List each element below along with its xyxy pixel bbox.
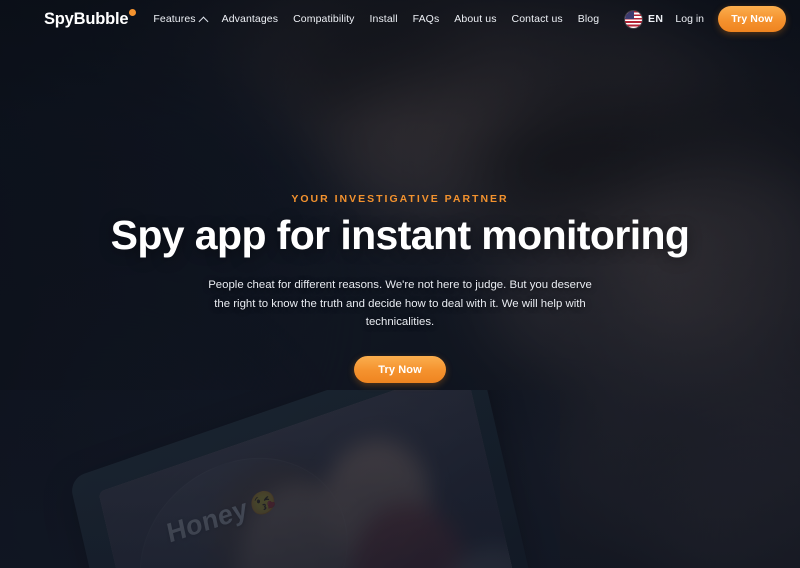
nav-item-blog[interactable]: Blog [578, 13, 599, 25]
nav-item-faqs[interactable]: FAQs [413, 13, 440, 25]
nav-right-group: EN Log in Try Now [625, 6, 786, 32]
nav-item-about-us[interactable]: About us [454, 13, 496, 25]
dot-icon [129, 8, 137, 16]
language-label: EN [648, 13, 664, 25]
landing-page: Honey 😘 SpyBubble Features Advantages Co… [0, 0, 800, 568]
nav-item-contact-us[interactable]: Contact us [512, 13, 563, 25]
nav-item-compatibility[interactable]: Compatibility [293, 13, 354, 25]
nav-item-features[interactable]: Features [153, 13, 209, 26]
tablet-body: Honey 😘 [68, 390, 542, 568]
nav-links: Features Advantages Compatibility Instal… [153, 13, 599, 26]
site-logo[interactable]: SpyBubble [44, 8, 137, 29]
flag-canton [625, 10, 634, 19]
device-mockup: Honey 😘 [0, 390, 560, 568]
nav-item-install[interactable]: Install [370, 13, 398, 25]
us-flag-icon [625, 10, 642, 28]
page-title: Spy app for instant monitoring [110, 212, 690, 258]
kiss-emoji-icon: 😘 [247, 486, 279, 520]
login-link[interactable]: Log in [675, 13, 704, 25]
hero-eyebrow: YOUR INVESTIGATIVE PARTNER [291, 193, 509, 205]
nav-item-label: Features [153, 13, 196, 25]
main-navigation: SpyBubble Features Advantages Compatibil… [0, 0, 800, 38]
tablet-screen: Honey 😘 [98, 390, 524, 568]
language-selector[interactable]: EN [625, 10, 664, 28]
logo-text: SpyBubble [44, 9, 129, 28]
nav-try-now-button[interactable]: Try Now [718, 6, 786, 32]
hero-subtitle: People cheat for different reasons. We'r… [208, 279, 592, 328]
nav-item-advantages[interactable]: Advantages [222, 13, 278, 25]
hero-try-now-button[interactable]: Try Now [354, 356, 446, 384]
chevron-up-icon [198, 16, 209, 26]
